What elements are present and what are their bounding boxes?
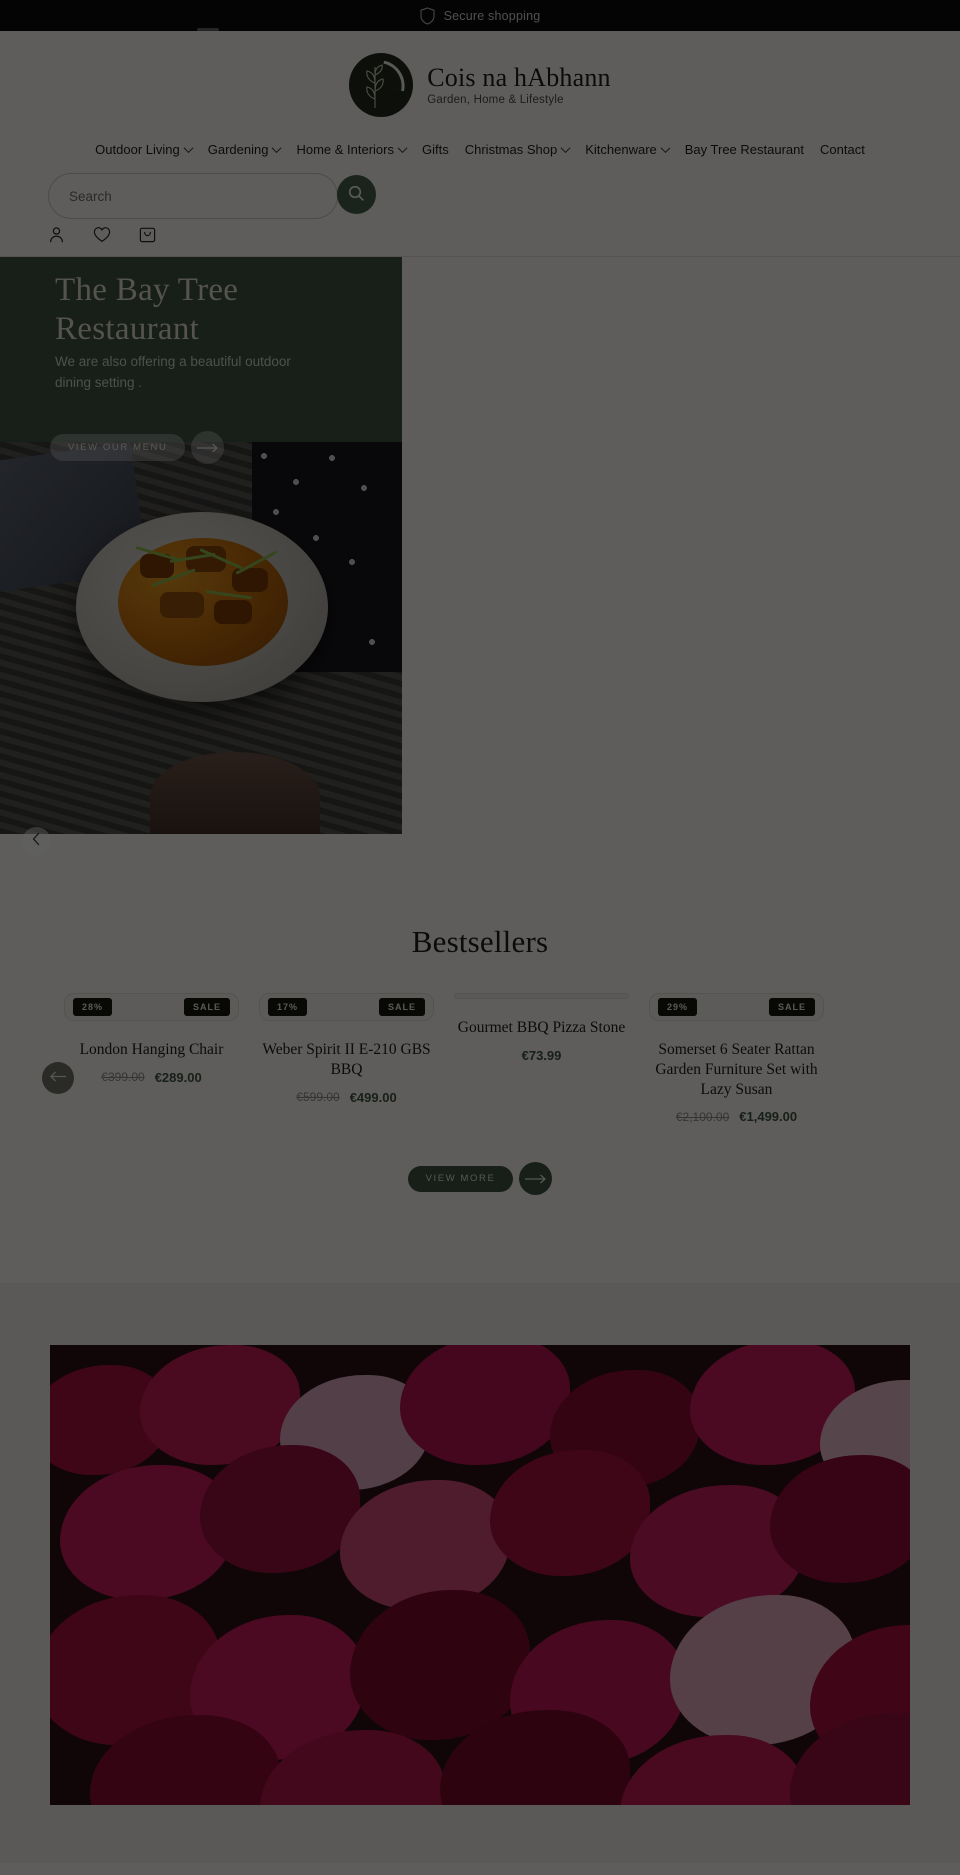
product-card[interactable]: 17% SALE Weber Spirit II E-210 GBS BBQ €… — [259, 993, 434, 1124]
product-prices: €599.00 €499.00 — [259, 1090, 434, 1105]
search-submit-button[interactable] — [337, 175, 376, 214]
bestsellers-carousel: 28% SALE London Hanging Chair €399.00 €2… — [0, 993, 960, 1124]
search-box[interactable] — [48, 173, 338, 219]
chevron-down-icon — [397, 143, 408, 154]
hero-image — [0, 442, 402, 834]
wishlist-heart-icon[interactable] — [93, 226, 111, 248]
window-drag-handle[interactable] — [197, 28, 219, 31]
announcement-text: Secure shopping — [443, 8, 541, 23]
product-title: Somerset 6 Seater Rattan Garden Furnitur… — [655, 1041, 818, 1098]
product-card[interactable]: 29% SALE Somerset 6 Seater Rattan Garden… — [649, 993, 824, 1124]
view-more-button[interactable]: VIEW MORE — [407, 1165, 514, 1192]
arrow-right-icon[interactable] — [191, 431, 225, 464]
nav-label: Home & Interiors — [296, 142, 394, 157]
price-sale: €73.99 — [521, 1047, 562, 1063]
site-header: Cois na hAbhann Garden, Home & Lifestyle… — [0, 31, 960, 257]
nav-label: Christmas Shop — [464, 142, 558, 157]
nav-item-gifts[interactable]: Gifts — [414, 140, 457, 159]
brand-name: Cois na hAbhann — [427, 62, 611, 92]
search-input[interactable] — [69, 188, 317, 204]
hero-prev-slide-button[interactable] — [22, 827, 51, 856]
price-original: €599.00 — [296, 1090, 340, 1105]
chevron-left-icon — [32, 832, 41, 851]
view-our-menu-button[interactable]: VIEW OUR MENU — [50, 434, 186, 461]
discount-badge: 28% — [73, 998, 113, 1016]
nav-label: Gifts — [422, 142, 449, 157]
account-icon[interactable] — [48, 226, 65, 248]
price-sale: €1,499.00 — [739, 1109, 798, 1125]
nav-item-gardening[interactable]: Gardening — [200, 140, 289, 159]
search-row — [0, 173, 960, 229]
hero-title: The Bay Tree Restaurant — [55, 272, 239, 347]
product-image: 28% SALE — [64, 993, 239, 1021]
product-image: 17% SALE — [259, 993, 434, 1021]
discount-badge: 29% — [658, 998, 698, 1016]
view-more-group: VIEW MORE — [0, 1162, 960, 1196]
product-image: 29% SALE — [649, 993, 824, 1021]
price-original: €2,100.00 — [675, 1109, 730, 1124]
sale-badge: SALE — [768, 998, 815, 1016]
shield-icon — [420, 6, 435, 25]
nav-label: Gardening — [207, 142, 269, 157]
arrow-right-icon[interactable] — [519, 1162, 553, 1196]
main-navigation: Outdoor Living Gardening Home & Interior… — [0, 140, 960, 159]
nav-item-home-interiors[interactable]: Home & Interiors — [288, 140, 414, 159]
hero-subtitle: We are also offering a beautiful outdoor… — [55, 354, 291, 390]
hero-cta-group: VIEW OUR MENU — [50, 431, 225, 464]
arrow-left-icon — [49, 1069, 67, 1087]
product-title: London Hanging Chair — [79, 1041, 224, 1058]
price-original: €399.00 — [101, 1070, 145, 1085]
hero-banner: The Bay Tree Restaurant We are also offe… — [0, 257, 402, 856]
chevron-down-icon — [660, 143, 671, 154]
header-icon-row — [0, 226, 960, 257]
product-title: Gourmet BBQ Pizza Stone — [457, 1019, 626, 1036]
bestsellers-section: Bestsellers 28% SALE London Hanging Chai… — [0, 834, 960, 1196]
logo-mark-icon — [349, 53, 414, 117]
nav-item-bay-tree-restaurant[interactable]: Bay Tree Restaurant — [677, 140, 812, 159]
product-card[interactable]: 28% SALE London Hanging Chair €399.00 €2… — [64, 993, 239, 1124]
product-prices: €2,100.00 €1,499.00 — [649, 1109, 824, 1124]
sale-badge: SALE — [183, 998, 230, 1016]
bestsellers-title: Bestsellers — [411, 924, 549, 959]
nav-item-christmas-shop[interactable]: Christmas Shop — [457, 140, 577, 159]
carousel-prev-button[interactable] — [42, 1062, 74, 1094]
chevron-down-icon — [560, 143, 571, 154]
nav-label: Contact — [820, 142, 865, 157]
announcement-bar: Secure shopping — [0, 0, 960, 31]
nav-label: Bay Tree Restaurant — [684, 142, 804, 157]
nav-label: Kitchenware — [585, 142, 657, 157]
price-sale: €289.00 — [154, 1069, 202, 1085]
chevron-down-icon — [272, 143, 282, 154]
discount-badge: 17% — [268, 998, 308, 1016]
nav-item-contact[interactable]: Contact — [812, 140, 873, 159]
search-icon — [348, 185, 365, 205]
nav-label: Outdoor Living — [95, 142, 180, 157]
product-prices: €399.00 €289.00 — [64, 1070, 239, 1085]
sale-badge: SALE — [378, 998, 425, 1016]
price-sale: €499.00 — [349, 1089, 397, 1105]
product-title: Weber Spirit II E-210 GBS BBQ — [262, 1041, 431, 1078]
logo[interactable]: Cois na hAbhann Garden, Home & Lifestyle — [0, 53, 960, 117]
brand-tagline: Garden, Home & Lifestyle — [427, 94, 564, 107]
page-root: Secure shopping Cois na hAbhann Garden, … — [0, 0, 960, 1875]
product-image — [454, 993, 629, 999]
nav-item-outdoor-living[interactable]: Outdoor Living — [87, 140, 200, 159]
bottom-banner-section — [0, 1283, 960, 1864]
product-card[interactable]: Gourmet BBQ Pizza Stone €73.99 — [454, 993, 629, 1124]
chevron-down-icon — [183, 143, 194, 154]
product-prices: €73.99 — [454, 1048, 629, 1063]
flower-banner-image — [50, 1345, 910, 1806]
nav-item-kitchenware[interactable]: Kitchenware — [577, 140, 677, 159]
